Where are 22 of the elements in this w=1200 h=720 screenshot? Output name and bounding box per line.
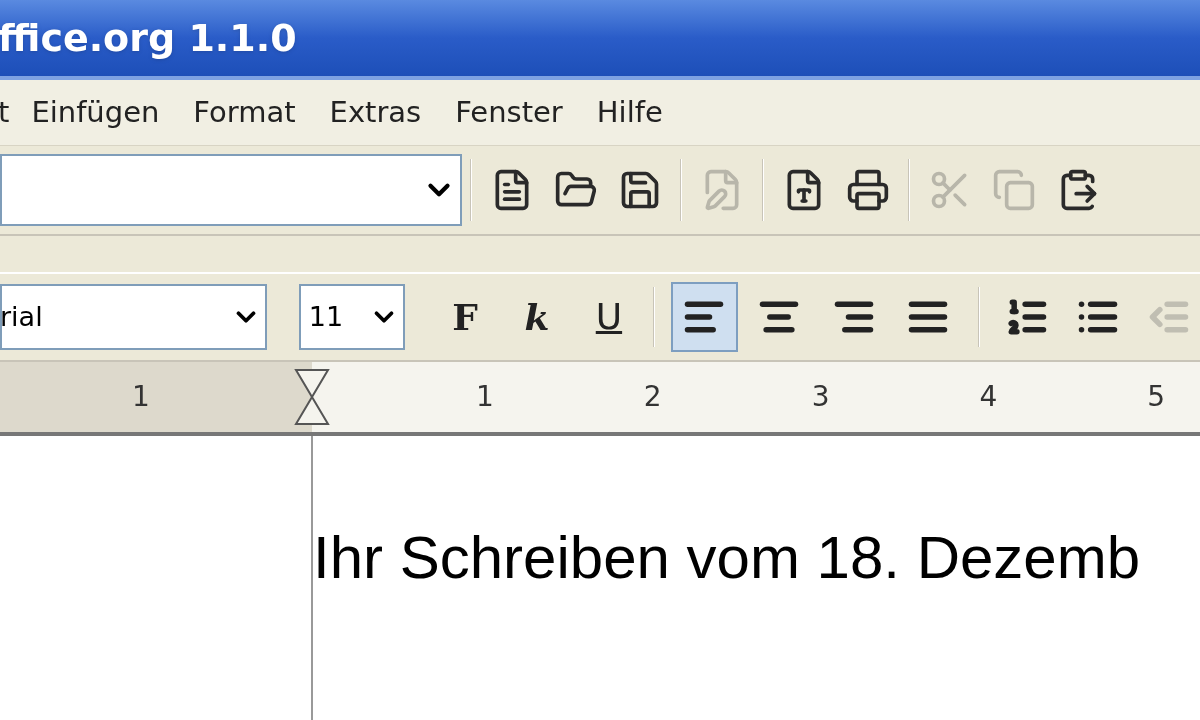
document-text: Ihr Schreiben vom 18. Dezemb (313, 528, 1141, 588)
copy-icon (992, 168, 1036, 212)
font-size-field[interactable]: 11 (298, 284, 405, 350)
font-name-field[interactable]: rial (0, 284, 267, 350)
print-icon (846, 168, 890, 212)
italic-button[interactable]: k (508, 287, 565, 347)
underline-button[interactable]: U (580, 287, 637, 347)
ruler-number: 3 (811, 379, 830, 415)
url-combo-box[interactable] (0, 154, 462, 226)
menu-item[interactable]: Extras (329, 90, 422, 135)
ruler-number: 2 (643, 379, 662, 415)
align-left-button[interactable] (670, 282, 738, 352)
indent-marker-icon[interactable] (294, 368, 330, 426)
ruler-number: 1 (476, 379, 494, 415)
menu-item[interactable]: Einfügen (31, 90, 160, 135)
bold-button[interactable]: F (436, 287, 493, 347)
ruler-number: 5 (1147, 379, 1166, 415)
menu-item[interactable]: Fenster (455, 90, 563, 135)
ruler-number: 1 (132, 379, 150, 415)
ruler-number: 4 (979, 379, 998, 415)
menu-item[interactable]: Hilfe (596, 90, 663, 135)
menu-item[interactable]: Format (193, 90, 296, 135)
